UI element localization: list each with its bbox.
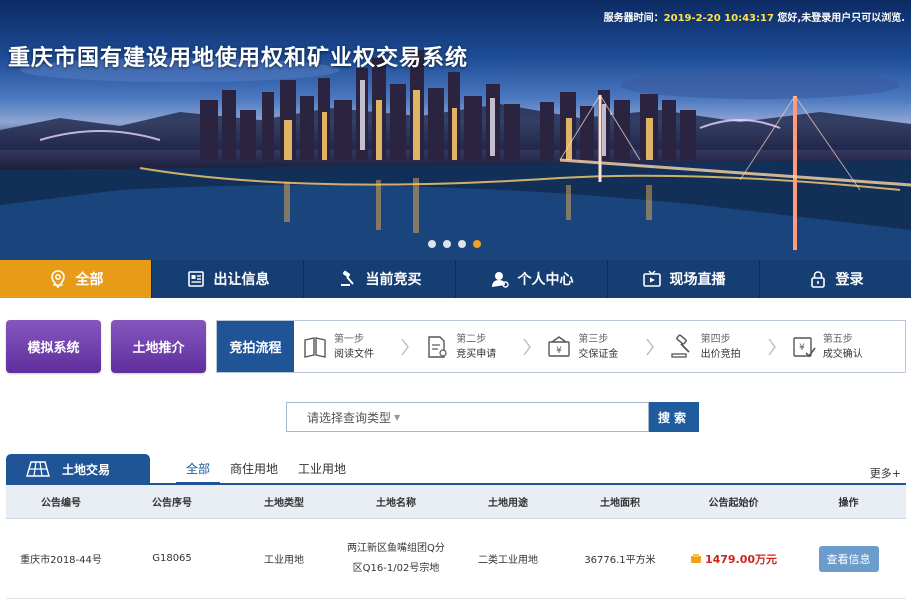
bid-hammer-icon bbox=[670, 333, 690, 358]
grid-field-icon bbox=[26, 461, 50, 477]
land-recommend-button[interactable]: 土地推介 bbox=[111, 320, 206, 373]
column-header: 公告编号 bbox=[41, 498, 81, 509]
server-time: 服务器时间：2019-2-20 10:43:17 您好,未登录用户只可以浏览. bbox=[604, 9, 905, 24]
land-table: 公告编号 公告序号 土地类型 土地名称 土地用途 土地面积 公告起始价 操作 重… bbox=[6, 485, 906, 599]
flow-step-number: 第三步 bbox=[578, 333, 609, 345]
land-usage-cell: 二类工业用地 bbox=[478, 555, 538, 566]
flow-step-number: 第一步 bbox=[334, 333, 364, 345]
land-type-tabs: 全部 商住用地 工业用地 bbox=[176, 456, 356, 484]
tab-all[interactable]: 全部 bbox=[176, 456, 221, 484]
carousel-indicators bbox=[428, 240, 481, 248]
news-icon bbox=[187, 271, 204, 287]
section-title: 土地交易 bbox=[62, 462, 111, 477]
carousel-dot[interactable] bbox=[458, 240, 466, 248]
search-button[interactable]: 搜索 bbox=[649, 402, 699, 432]
view-info-button[interactable]: 查看信息 bbox=[818, 545, 879, 572]
tab-industrial[interactable]: 工业用地 bbox=[288, 456, 356, 484]
auction-hammer-icon bbox=[340, 270, 354, 286]
server-time-value: 2019-2-20 10:43:17 bbox=[663, 13, 774, 24]
land-area-cell: 36776.1平方米 bbox=[584, 555, 656, 566]
nav-item-label: 当前竞买 bbox=[365, 272, 422, 288]
flow-step-name: 交保证金 bbox=[578, 348, 619, 360]
svg-text:¥: ¥ bbox=[557, 346, 563, 356]
header-banner: 服务器时间：2019-2-20 10:43:17 您好,未登录用户只可以浏览. … bbox=[0, 0, 911, 260]
flow-step-read-docs[interactable]: 第一步 阅读文件 bbox=[294, 321, 416, 372]
city-skyline-image bbox=[0, 50, 911, 260]
nav-item-login[interactable]: 登录 bbox=[760, 260, 911, 298]
chevron-right-icon bbox=[523, 338, 532, 356]
nav-item-live[interactable]: 现场直播 bbox=[608, 260, 760, 298]
carousel-dot[interactable] bbox=[428, 240, 436, 248]
nav-item-label: 登录 bbox=[835, 272, 864, 288]
chevron-right-icon bbox=[646, 338, 654, 356]
confirm-icon: ¥ bbox=[793, 336, 816, 357]
table-row: 重庆市2018-44号 G18065 工业用地 两江新区鱼嘴组团Q分区Q16-1… bbox=[6, 519, 906, 599]
table-header: 公告编号 公告序号 土地类型 土地名称 土地用途 土地面积 公告起始价 操作 bbox=[6, 485, 906, 519]
nav-item-current-bidding[interactable]: 当前竞买 bbox=[304, 260, 456, 298]
site-title: 重庆市国有建设用地使用权和矿业权交易系统 bbox=[8, 46, 469, 71]
land-name: 两江新区鱼嘴组团Q分区Q16-1/02号宗地 bbox=[347, 542, 445, 574]
location-pin-icon bbox=[50, 270, 65, 289]
chevron-right-icon bbox=[401, 338, 410, 356]
lock-icon bbox=[810, 271, 825, 288]
user-icon bbox=[491, 272, 509, 288]
main-nav: 全部 出让信息 当前竞买 个人中心 现场直播 登录 bbox=[0, 260, 911, 298]
flow-step-name: 阅读文件 bbox=[334, 348, 374, 360]
flow-step-deposit[interactable]: ¥ 第三步交保证金 bbox=[538, 321, 660, 372]
tab-commercial-residential[interactable]: 商住用地 bbox=[220, 456, 288, 484]
column-header: 公告序号 bbox=[152, 498, 192, 509]
carousel-dot-active[interactable] bbox=[473, 240, 481, 248]
money-icon bbox=[690, 554, 701, 563]
nav-item-label: 个人中心 bbox=[517, 272, 574, 288]
flow-step-number: 第五步 bbox=[822, 333, 853, 345]
column-header: 操作 bbox=[838, 498, 859, 509]
nav-item-label: 现场直播 bbox=[669, 272, 726, 288]
flow-step-name: 竞买申请 bbox=[456, 348, 497, 360]
chevron-down-icon: ▼ bbox=[394, 412, 401, 422]
nav-item-label: 出让信息 bbox=[213, 272, 270, 288]
flow-step-apply[interactable]: 第二步 竞买申请 bbox=[416, 321, 538, 372]
flow-step-bid[interactable]: 第四步 出价竞拍 bbox=[661, 321, 783, 372]
application-form-icon bbox=[428, 335, 447, 358]
nav-item-label: 全部 bbox=[75, 272, 104, 288]
start-price: 1479.00万元 bbox=[690, 551, 777, 567]
serial-cell: G18065 bbox=[152, 553, 192, 564]
tv-icon bbox=[642, 270, 661, 287]
nav-item-transfer-info[interactable]: 出让信息 bbox=[152, 260, 304, 298]
bidding-process-flow: 竞拍流程 第一步阅读文件 第二步竞买申请 ¥ 第三步交保证金 第四步出价竞拍 ¥… bbox=[216, 320, 906, 373]
flow-label: 竞拍流程 bbox=[217, 321, 294, 372]
svg-text:¥: ¥ bbox=[799, 343, 805, 353]
chevron-right-icon bbox=[768, 338, 776, 356]
nav-item-all[interactable]: 全部 bbox=[0, 260, 152, 298]
query-type-placeholder: 请选择查询类型 bbox=[307, 410, 392, 425]
flow-step-number: 第四步 bbox=[700, 333, 731, 345]
column-header: 公告起始价 bbox=[708, 498, 759, 509]
simulate-system-button[interactable]: 模拟系统 bbox=[6, 320, 101, 373]
query-type-select[interactable]: 请选择查询类型 ▼ bbox=[286, 402, 649, 432]
notice-number-cell: 重庆市2018-44号 bbox=[20, 555, 102, 566]
column-header: 土地类型 bbox=[264, 498, 304, 509]
more-link[interactable]: 更多+ bbox=[870, 465, 901, 481]
column-header: 土地名称 bbox=[376, 498, 416, 509]
flow-step-name: 出价竞拍 bbox=[700, 348, 741, 360]
deposit-icon: ¥ bbox=[548, 335, 571, 357]
nav-item-personal-center[interactable]: 个人中心 bbox=[456, 260, 608, 298]
land-name-cell: 两江新区鱼嘴组团Q分区Q16-1/02号宗地 bbox=[340, 519, 452, 598]
column-header: 土地用途 bbox=[488, 498, 528, 509]
column-header: 土地面积 bbox=[600, 498, 640, 509]
start-price-cell: 1479.00万元 bbox=[676, 519, 791, 598]
carousel-dot[interactable] bbox=[443, 240, 451, 248]
login-notice: 您好,未登录用户只可以浏览. bbox=[777, 13, 905, 24]
start-price-value: 1479.00万元 bbox=[704, 552, 778, 566]
flow-step-number: 第二步 bbox=[456, 333, 487, 345]
server-time-label: 服务器时间： bbox=[603, 13, 664, 24]
action-cell: 查看信息 bbox=[791, 519, 906, 598]
land-type-cell: 工业用地 bbox=[264, 555, 304, 566]
flow-step-confirm[interactable]: ¥ 第五步成交确认 bbox=[783, 321, 905, 372]
flow-step-name: 成交确认 bbox=[822, 348, 863, 360]
book-icon bbox=[304, 336, 326, 358]
land-transaction-header: 土地交易 bbox=[6, 454, 150, 484]
